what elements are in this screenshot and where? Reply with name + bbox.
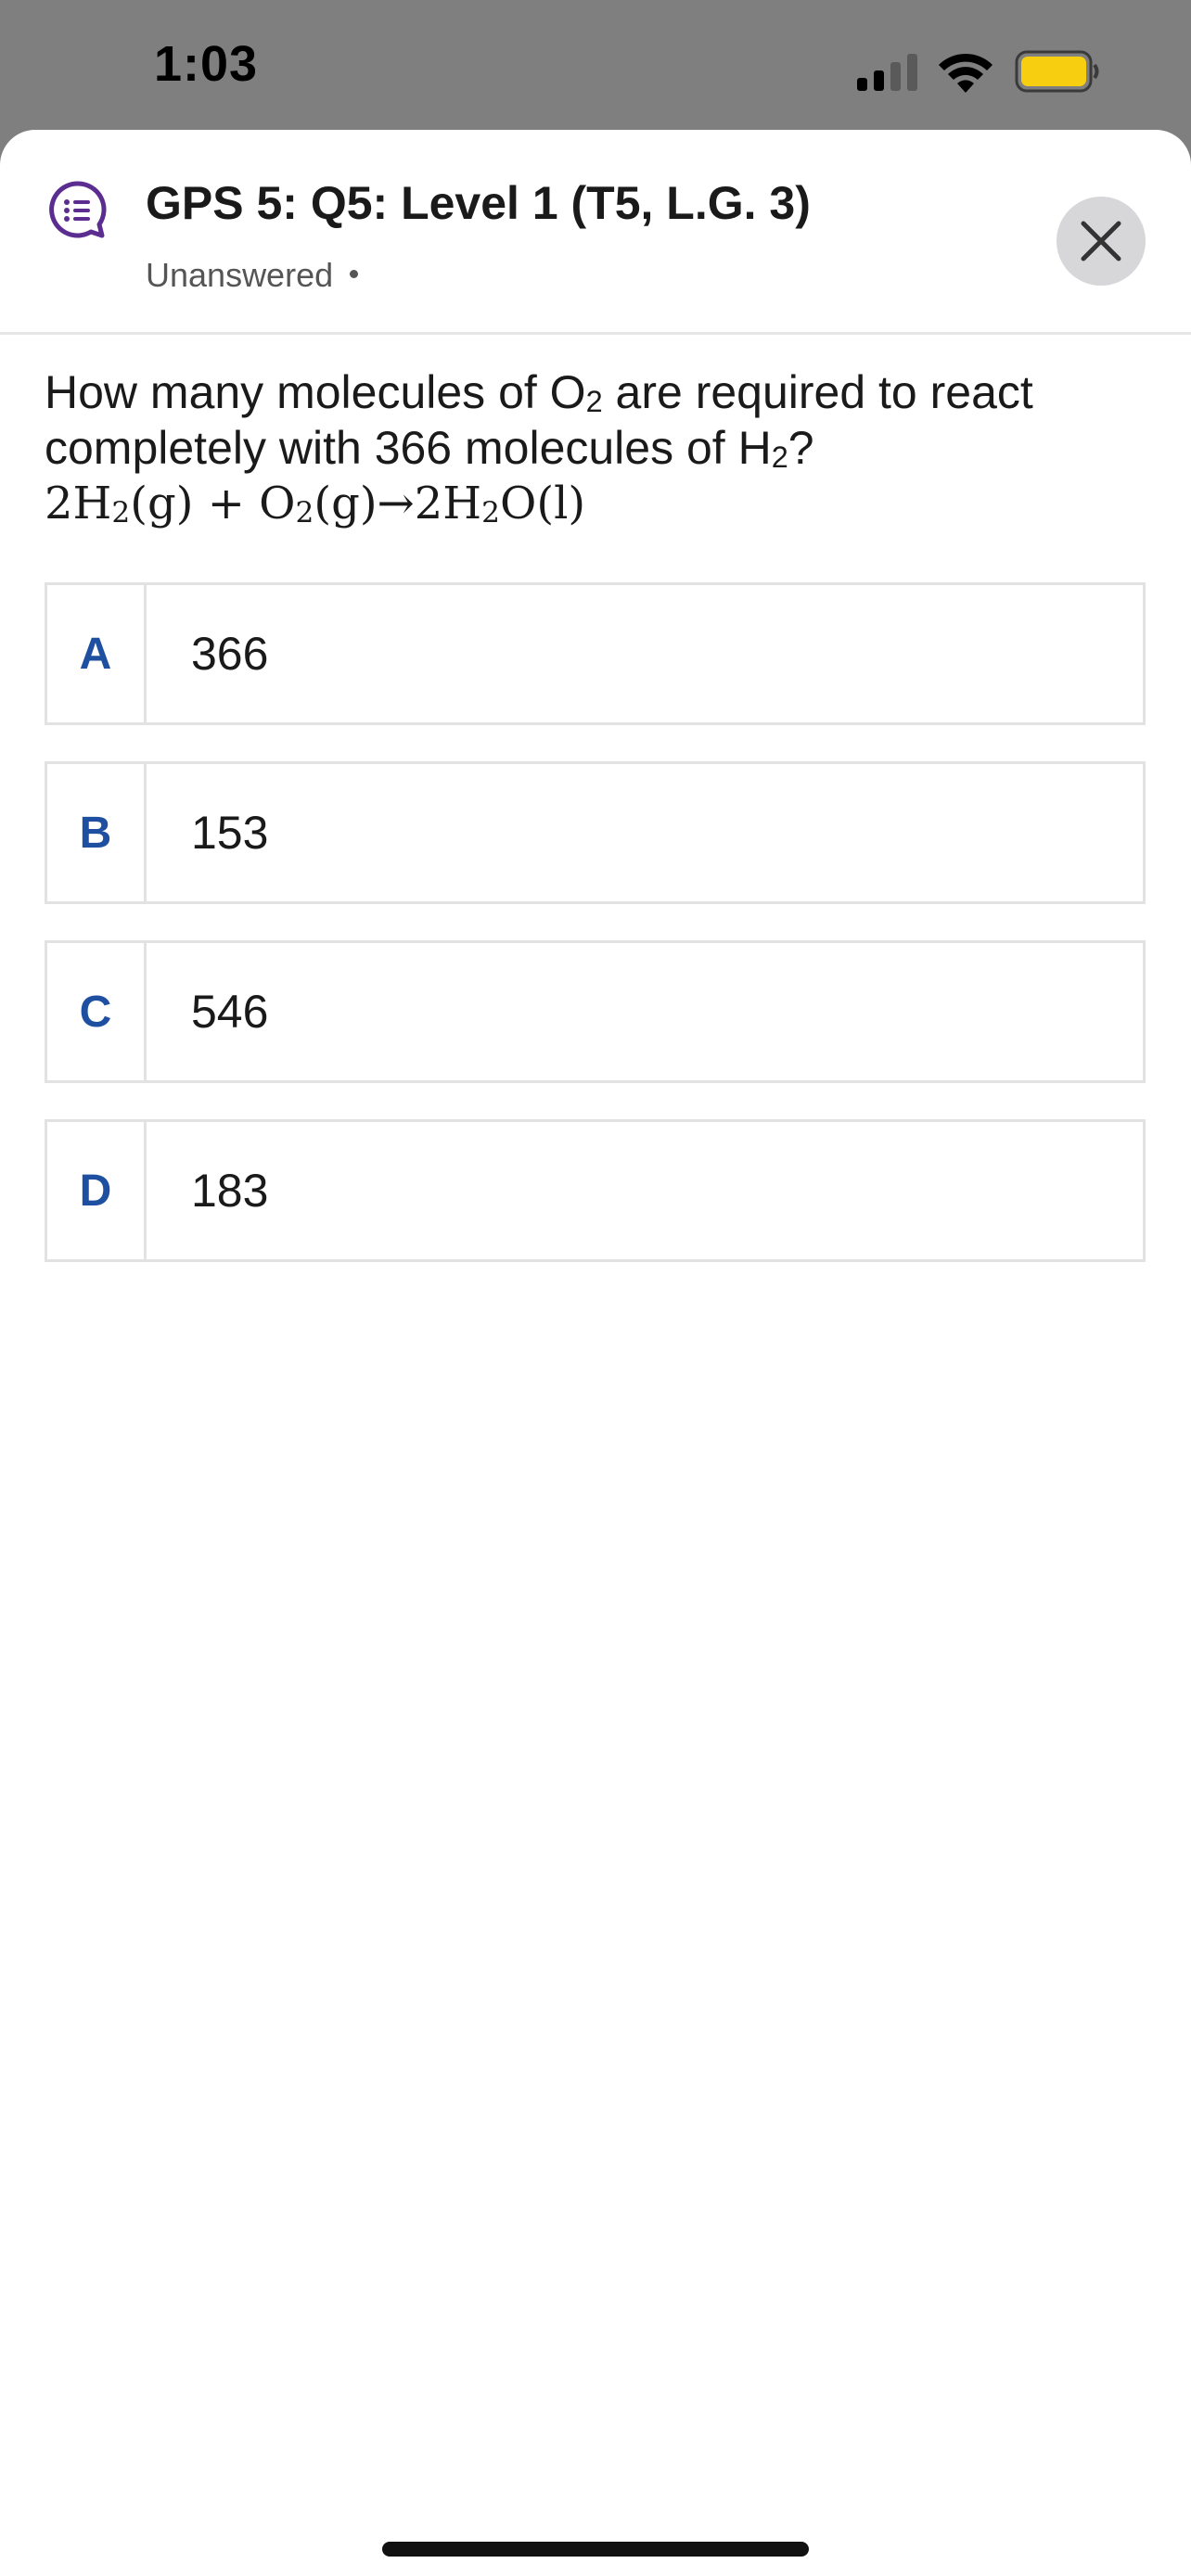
home-indicator[interactable] bbox=[382, 2542, 809, 2557]
equation-subscript: 2 bbox=[295, 496, 314, 529]
question-title: GPS 5: Q5: Level 1 (T5, L.G. 3) bbox=[146, 177, 811, 229]
question-sheet: GPS 5: Q5: Level 1 (T5, L.G. 3) Unanswer… bbox=[0, 130, 1191, 2576]
status-time: 1:03 bbox=[154, 36, 259, 92]
equation-part: 2H bbox=[45, 478, 112, 529]
equation-part: O(l) bbox=[500, 478, 586, 529]
status-bar: 1:03 bbox=[0, 0, 1191, 130]
option-value: 153 bbox=[191, 807, 269, 859]
option-letter: A bbox=[47, 585, 147, 722]
battery-icon bbox=[1015, 50, 1099, 93]
o2-subscript: 2 bbox=[585, 385, 603, 418]
h2-formula: H2 bbox=[738, 420, 788, 476]
answer-status: Unanswered bbox=[146, 256, 359, 295]
chemical-equation: 2H2(g) + O2(g)→2H2O(l) bbox=[45, 476, 1139, 531]
option-b[interactable]: B 153 bbox=[45, 761, 1146, 904]
wifi-icon bbox=[939, 53, 992, 93]
equation-part: (g) + O bbox=[130, 478, 296, 529]
answer-options: A 366 B 153 C 546 D 183 bbox=[45, 582, 1146, 1298]
status-dot bbox=[350, 269, 359, 278]
question-part: ? bbox=[788, 422, 814, 474]
option-letter: C bbox=[47, 943, 147, 1080]
option-value: 366 bbox=[191, 628, 269, 680]
o2-formula: O2 bbox=[550, 364, 603, 420]
close-button[interactable] bbox=[1057, 197, 1146, 286]
cellular-signal-icon bbox=[857, 54, 917, 91]
h2-symbol: H bbox=[737, 422, 772, 474]
sheet-header: GPS 5: Q5: Level 1 (T5, L.G. 3) Unanswer… bbox=[0, 130, 1191, 335]
h2-subscript: 2 bbox=[771, 440, 788, 474]
option-d[interactable]: D 183 bbox=[45, 1119, 1146, 1262]
option-value: 183 bbox=[191, 1165, 269, 1217]
question-part: How many molecules of bbox=[45, 366, 550, 418]
option-letter: B bbox=[47, 764, 147, 901]
equation-subscript: 2 bbox=[111, 496, 131, 529]
answer-status-label: Unanswered bbox=[146, 256, 334, 294]
option-value: 546 bbox=[191, 986, 269, 1038]
o2-symbol: O bbox=[549, 366, 586, 418]
option-letter: D bbox=[47, 1122, 147, 1259]
option-c[interactable]: C 546 bbox=[45, 940, 1146, 1083]
option-a[interactable]: A 366 bbox=[45, 582, 1146, 725]
question-text: How many molecules of O2 are required to… bbox=[45, 364, 1139, 531]
equation-part: (g)→2H bbox=[314, 478, 482, 529]
close-icon bbox=[1081, 221, 1121, 261]
chat-list-icon bbox=[49, 181, 107, 238]
equation-subscript: 2 bbox=[481, 496, 500, 529]
